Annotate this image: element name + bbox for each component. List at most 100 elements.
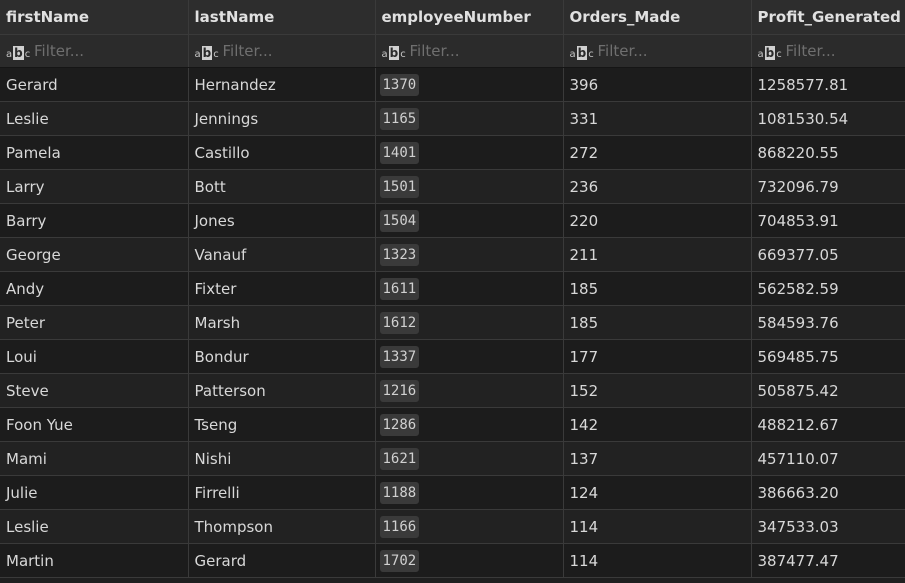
cell-lastname[interactable]: Bondur [188,339,376,374]
cell-employeenumber[interactable]: 1166 [375,509,564,544]
cell-employeenumber[interactable]: 1216 [375,373,564,408]
cell-firstname[interactable]: Andy [0,271,189,306]
cell-lastname[interactable]: Vanauf [188,237,376,272]
table-row[interactable]: Leslie Thompson 1166 114 347533.03 [0,509,905,544]
cell-lastname[interactable]: Fixter [188,271,376,306]
table-row[interactable]: Larry Bott 1501 236 732096.79 [0,169,905,204]
cell-lastname[interactable]: Bott [188,169,376,204]
table-row[interactable]: Pamela Castillo 1401 272 868220.55 [0,135,905,170]
filter-input-employeenumber[interactable] [409,42,540,60]
table-row[interactable]: Peter Marsh 1612 185 584593.76 [0,305,905,340]
table-row[interactable]: Martin Gerard 1702 114 387477.47 [0,543,905,578]
cell-profit-generated[interactable]: 505875.42 [751,373,905,408]
cell-orders-made[interactable]: 396 [563,67,752,102]
filter-input-orders-made[interactable] [597,42,728,60]
cell-firstname[interactable]: Peter [0,305,189,340]
cell-profit-generated[interactable]: 584593.76 [751,305,905,340]
cell-employeenumber[interactable]: 1702 [375,543,564,578]
cell-orders-made[interactable]: 211 [563,237,752,272]
cell-lastname[interactable]: Marsh [188,305,376,340]
cell-lastname[interactable]: Thompson [188,509,376,544]
cell-firstname[interactable]: Martin [0,543,189,578]
cell-employeenumber[interactable]: 1501 [375,169,564,204]
table-row[interactable]: Loui Bondur 1337 177 569485.75 [0,339,905,374]
cell-orders-made[interactable]: 152 [563,373,752,408]
cell-orders-made[interactable]: 220 [563,203,752,238]
cell-firstname[interactable]: Mami [0,441,189,476]
cell-lastname[interactable]: Hernandez [188,67,376,102]
cell-firstname[interactable]: Loui [0,339,189,374]
filter-input-lastname[interactable] [222,42,353,60]
cell-employeenumber[interactable]: 1286 [375,407,564,442]
table-row[interactable]: Steve Patterson 1216 152 505875.42 [0,373,905,408]
cell-orders-made[interactable]: 272 [563,135,752,170]
cell-firstname[interactable]: Gerard [0,67,189,102]
cell-employeenumber[interactable]: 1370 [375,67,564,102]
cell-firstname[interactable]: Julie [0,475,189,510]
cell-profit-generated[interactable]: 488212.67 [751,407,905,442]
cell-lastname[interactable]: Jones [188,203,376,238]
cell-profit-generated[interactable]: 569485.75 [751,339,905,374]
cell-profit-generated[interactable]: 386663.20 [751,475,905,510]
cell-employeenumber[interactable]: 1165 [375,101,564,136]
cell-orders-made[interactable]: 124 [563,475,752,510]
column-header-firstname[interactable]: firstName [0,0,189,35]
cell-profit-generated[interactable]: 704853.91 [751,203,905,238]
table-row[interactable]: Leslie Jennings 1165 331 1081530.54 [0,101,905,136]
table-row[interactable]: Foon Yue Tseng 1286 142 488212.67 [0,407,905,442]
table-row[interactable]: Mami Nishi 1621 137 457110.07 [0,441,905,476]
cell-firstname[interactable]: Foon Yue [0,407,189,442]
cell-firstname[interactable]: Barry [0,203,189,238]
column-header-employeenumber[interactable]: employeeNumber [375,0,564,35]
cell-orders-made[interactable]: 236 [563,169,752,204]
cell-profit-generated[interactable]: 387477.47 [751,543,905,578]
cell-employeenumber[interactable]: 1504 [375,203,564,238]
cell-firstname[interactable]: George [0,237,189,272]
column-header-profit-generated[interactable]: Profit_Generated [751,0,905,35]
cell-employeenumber[interactable]: 1401 [375,135,564,170]
cell-profit-generated[interactable]: 669377.05 [751,237,905,272]
cell-firstname[interactable]: Larry [0,169,189,204]
cell-employeenumber[interactable]: 1188 [375,475,564,510]
cell-firstname[interactable]: Steve [0,373,189,408]
cell-profit-generated[interactable]: 1258577.81 [751,67,905,102]
cell-profit-generated[interactable]: 868220.55 [751,135,905,170]
table-row[interactable]: Julie Firrelli 1188 124 386663.20 [0,475,905,510]
cell-employeenumber[interactable]: 1323 [375,237,564,272]
cell-orders-made[interactable]: 331 [563,101,752,136]
cell-orders-made[interactable]: 177 [563,339,752,374]
cell-lastname[interactable]: Jennings [188,101,376,136]
column-header-orders-made[interactable]: Orders_Made [563,0,752,35]
table-row[interactable]: Andy Fixter 1611 185 562582.59 [0,271,905,306]
cell-orders-made[interactable]: 114 [563,509,752,544]
cell-firstname[interactable]: Leslie [0,101,189,136]
cell-profit-generated[interactable]: 347533.03 [751,509,905,544]
cell-employeenumber[interactable]: 1612 [375,305,564,340]
filter-input-firstname[interactable] [34,42,164,60]
cell-employeenumber[interactable]: 1621 [375,441,564,476]
table-row[interactable]: George Vanauf 1323 211 669377.05 [0,237,905,272]
cell-firstname[interactable]: Pamela [0,135,189,170]
cell-profit-generated[interactable]: 562582.59 [751,271,905,306]
cell-orders-made[interactable]: 114 [563,543,752,578]
cell-lastname[interactable]: Patterson [188,373,376,408]
cell-firstname[interactable]: Leslie [0,509,189,544]
cell-profit-generated[interactable]: 1081530.54 [751,101,905,136]
cell-lastname[interactable]: Nishi [188,441,376,476]
table-row[interactable]: Gerard Hernandez 1370 396 1258577.81 [0,67,905,102]
cell-orders-made[interactable]: 185 [563,305,752,340]
cell-profit-generated[interactable]: 732096.79 [751,169,905,204]
cell-profit-generated[interactable]: 457110.07 [751,441,905,476]
cell-lastname[interactable]: Castillo [188,135,376,170]
cell-orders-made[interactable]: 185 [563,271,752,306]
cell-employeenumber[interactable]: 1337 [375,339,564,374]
cell-lastname[interactable]: Tseng [188,407,376,442]
column-header-lastname[interactable]: lastName [188,0,376,35]
table-row[interactable]: Barry Jones 1504 220 704853.91 [0,203,905,238]
cell-orders-made[interactable]: 137 [563,441,752,476]
cell-lastname[interactable]: Gerard [188,543,376,578]
cell-lastname[interactable]: Firrelli [188,475,376,510]
cell-orders-made[interactable]: 142 [563,407,752,442]
cell-employeenumber[interactable]: 1611 [375,271,564,306]
filter-input-profit-generated[interactable] [785,42,904,60]
